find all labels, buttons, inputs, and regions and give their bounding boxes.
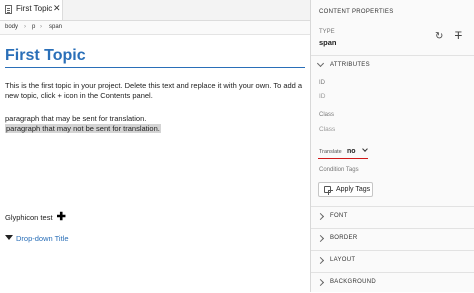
dropdown-toggle[interactable]: Drop-down Title <box>5 234 69 243</box>
breadcrumb-item-span[interactable]: span <box>49 24 62 30</box>
content-properties-panel: CONTENT PROPERTIES TYPE span ↻ T ATTRIBU… <box>311 0 474 292</box>
breadcrumb-item-p[interactable]: p <box>32 24 35 30</box>
divider <box>311 228 474 229</box>
clear-format-icon[interactable]: T <box>455 30 462 42</box>
intro-paragraph[interactable]: This is the first topic in your project.… <box>5 81 303 101</box>
plus-icon: ✚ <box>56 211 66 223</box>
chevron-right-icon <box>316 278 325 287</box>
section-layout[interactable]: LAYOUT <box>311 253 474 271</box>
divider <box>311 55 474 56</box>
tab-bar: First Topic ✕ <box>0 0 310 21</box>
section-label: BORDER <box>330 235 358 241</box>
translate-label: Translate <box>319 149 342 155</box>
triangle-down-icon <box>5 235 13 240</box>
class-label: Class <box>319 112 335 118</box>
divider <box>311 206 474 207</box>
breadcrumb-separator: › <box>24 24 26 30</box>
chevron-right-icon <box>316 212 325 221</box>
glyphicon-text: Glyphicon test <box>5 213 53 222</box>
selected-span[interactable]: paragraph that may not be sent for trans… <box>5 124 161 133</box>
breadcrumb: body › p › span <box>0 21 310 35</box>
apply-tags-label: Apply Tags <box>336 186 371 193</box>
id-field[interactable]: ID <box>319 93 326 100</box>
title-underline <box>5 67 305 68</box>
tab-label: First Topic <box>16 4 53 13</box>
section-background[interactable]: BACKGROUND <box>311 275 474 293</box>
divider <box>311 272 474 273</box>
panel-header: CONTENT PROPERTIES <box>319 9 394 15</box>
chevron-down-icon <box>316 59 325 68</box>
type-label: TYPE <box>319 29 335 35</box>
section-label: FONT <box>330 213 348 219</box>
translate-select[interactable]: no <box>347 146 368 155</box>
tab-first-topic[interactable]: First Topic ✕ <box>0 0 63 20</box>
glyphicon-line[interactable]: Glyphicon test ✚ <box>5 210 66 223</box>
paragraph-not-translatable[interactable]: paragraph that may not be sent for trans… <box>5 124 161 133</box>
section-font[interactable]: FONT <box>311 209 474 227</box>
section-attributes[interactable]: ATTRIBUTES <box>311 58 474 76</box>
apply-tags-button[interactable]: Apply Tags <box>318 182 373 197</box>
section-border[interactable]: BORDER <box>311 231 474 249</box>
type-value: span <box>319 38 337 47</box>
class-field[interactable]: Class <box>319 126 335 133</box>
breadcrumb-separator: › <box>40 24 42 30</box>
chevron-down-icon <box>361 146 368 152</box>
dropdown-title: Drop-down Title <box>16 234 69 243</box>
document-icon <box>5 5 12 14</box>
paragraph-translatable[interactable]: paragraph that may be sent for translati… <box>5 114 146 123</box>
section-label: ATTRIBUTES <box>330 62 370 68</box>
page-title[interactable]: First Topic <box>5 47 86 65</box>
divider <box>311 250 474 251</box>
condition-tags-label: Condition Tags <box>319 167 359 173</box>
refresh-icon[interactable]: ↻ <box>435 31 443 42</box>
chevron-right-icon <box>316 234 325 243</box>
section-label: LAYOUT <box>330 257 356 263</box>
editor-pane: First Topic ✕ body › p › span First Topi… <box>0 0 311 292</box>
section-label: BACKGROUND <box>330 279 377 285</box>
close-icon[interactable]: ✕ <box>53 3 61 14</box>
tag-icon <box>324 186 333 195</box>
annotation-underline <box>318 158 368 159</box>
id-label: ID <box>319 80 325 86</box>
breadcrumb-item-body[interactable]: body <box>5 24 18 30</box>
chevron-right-icon <box>316 256 325 265</box>
translate-value: no <box>347 148 356 155</box>
